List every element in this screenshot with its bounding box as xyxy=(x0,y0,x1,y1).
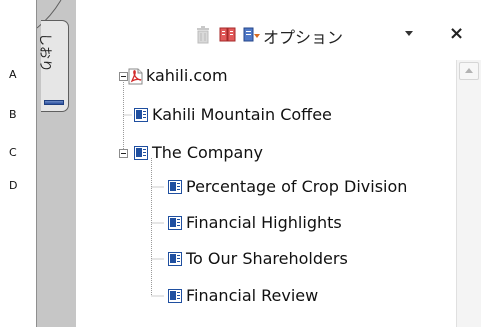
scroll-up-button[interactable] xyxy=(459,62,479,80)
pdf-document-icon xyxy=(128,68,143,85)
tree-item-percentage-of-crop-division[interactable]: Percentage of Crop Division xyxy=(76,176,456,198)
bookmark-icon xyxy=(134,145,149,161)
tree-item-label: Financial Highlights xyxy=(186,213,342,232)
tree-item-label: To Our Shareholders xyxy=(186,249,348,268)
bookmark-tab-icon xyxy=(44,100,64,105)
expand-bookmark-icon[interactable] xyxy=(219,26,237,48)
tree-item-financial-highlights[interactable]: Financial Highlights xyxy=(76,212,456,234)
bookmarks-tab-label: しおり xyxy=(37,33,52,73)
bookmarks-tab[interactable]: しおり xyxy=(37,20,69,112)
callout-b: B xyxy=(9,108,17,121)
tree-item-label: kahili.com xyxy=(146,66,228,85)
bookmark-icon xyxy=(168,251,183,267)
close-button[interactable]: × xyxy=(449,23,464,44)
bookmark-icon xyxy=(134,107,149,123)
tree-item-label: Financial Review xyxy=(186,286,319,305)
bookmark-icon xyxy=(168,215,183,231)
bookmarks-panel: オプション × kahili.com Kahili Mountain Coffe… xyxy=(76,0,481,327)
tree-item-kahili-mountain-coffee[interactable]: Kahili Mountain Coffee xyxy=(76,104,456,126)
tree-item-the-company[interactable]: The Company xyxy=(76,142,456,164)
tree-item-financial-review[interactable]: Financial Review xyxy=(76,285,456,307)
collapse-toggle-icon[interactable] xyxy=(119,72,128,81)
callout-d: D xyxy=(9,179,18,192)
collapse-toggle-icon[interactable] xyxy=(119,149,128,158)
bookmarks-toolbar: オプション × xyxy=(76,0,481,60)
tree-item-label: Percentage of Crop Division xyxy=(186,177,408,196)
bookmark-tree: kahili.com Kahili Mountain Coffee The Co… xyxy=(76,60,456,327)
screenshot-root: A B C D しおり オプション × kahili.com Kahili Mo… xyxy=(0,0,481,327)
bookmark-icon xyxy=(168,288,183,304)
callout-a: A xyxy=(9,68,17,81)
tree-item-kahili-com[interactable]: kahili.com xyxy=(76,65,456,87)
chevron-down-icon[interactable] xyxy=(405,31,413,36)
navigation-sidebar: しおり xyxy=(36,0,76,327)
trash-icon[interactable] xyxy=(196,26,210,48)
bookmark-icon xyxy=(168,179,183,195)
tree-item-label: The Company xyxy=(152,143,263,162)
options-menu[interactable]: オプション xyxy=(263,24,343,48)
vertical-scrollbar[interactable] xyxy=(456,60,481,327)
tree-item-to-our-shareholders[interactable]: To Our Shareholders xyxy=(76,248,456,270)
tree-item-label: Kahili Mountain Coffee xyxy=(152,105,332,124)
callout-c: C xyxy=(9,146,17,159)
new-bookmark-icon[interactable] xyxy=(243,26,261,48)
